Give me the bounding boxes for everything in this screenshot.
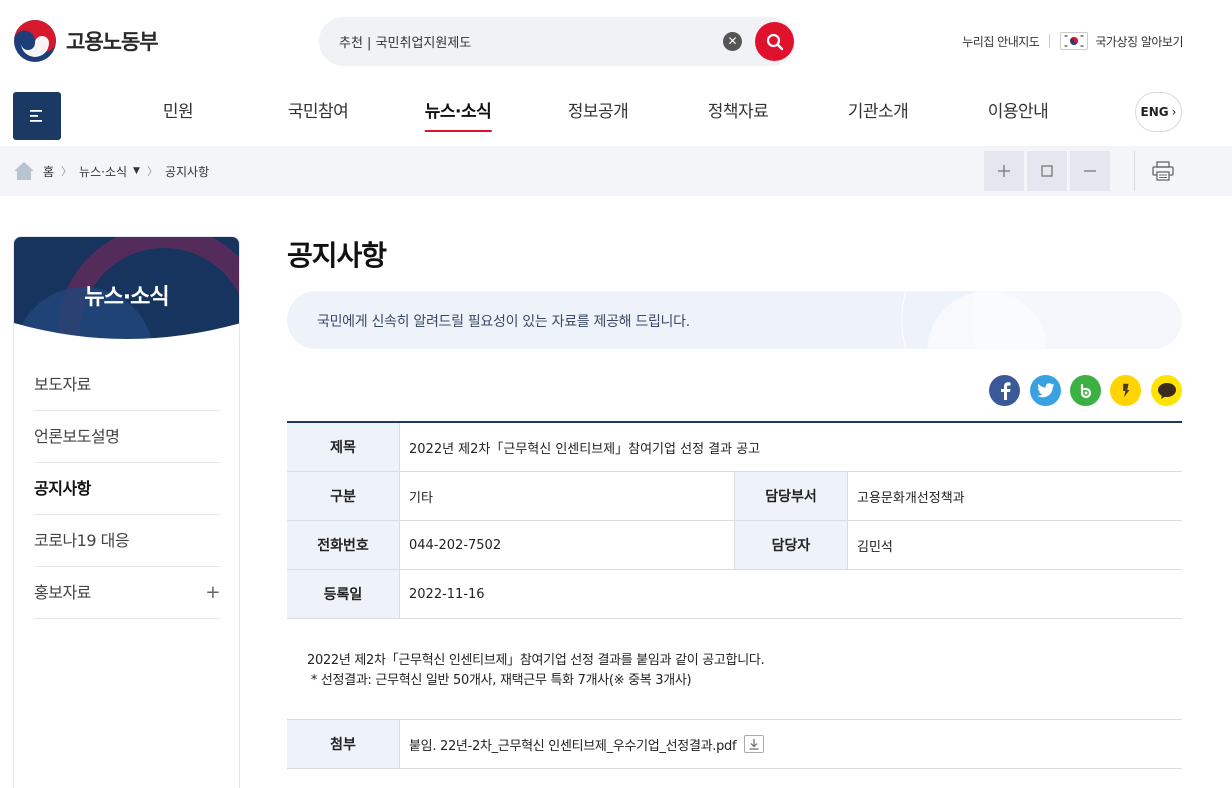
zoom-out-button[interactable] [1070, 151, 1110, 191]
intro-banner: 국민에게 신속히 알려드릴 필요성이 있는 자료를 제공해 드립니다. [287, 291, 1182, 349]
table-row: 구분 기타 담당부서 고용문화개선정책과 [287, 472, 1182, 521]
search-button[interactable] [755, 22, 794, 61]
manager-header: 담당자 [735, 521, 848, 569]
phone-header: 전화번호 [287, 521, 400, 569]
search-input[interactable] [339, 29, 719, 53]
kakaostory-share-button[interactable] [1110, 375, 1141, 406]
body-line: * 선정결과: 근무혁신 일반 50개사, 재택근무 특화 7개사(※ 중복 3… [307, 673, 692, 688]
attachment-file-link[interactable]: 붙임. 22년-2차_근무혁신 인센티브제_우수기업_선정결과.pdf [409, 735, 737, 754]
hamburger-icon [30, 110, 42, 122]
category-value: 기타 [400, 472, 735, 520]
date-value: 2022-11-16 [409, 586, 485, 602]
twitter-icon [1036, 383, 1054, 398]
twitter-share-button[interactable] [1030, 375, 1061, 406]
plus-icon [998, 165, 1010, 177]
side-nav-item-promotion[interactable]: 홍보자료 + [34, 567, 220, 619]
taegeuk-logo-icon [14, 20, 56, 62]
attachment-row: 첨부 붙임. 22년-2차_근무혁신 인센티브제_우수기업_선정결과.pdf [287, 719, 1182, 769]
chevron-right-icon: 〉 [146, 165, 158, 178]
printer-icon [1152, 161, 1174, 181]
side-nav-item-label: 공지사항 [34, 479, 91, 498]
attachment-cell: 붙임. 22년-2차_근무혁신 인센티브제_우수기업_선정결과.pdf [400, 720, 1182, 768]
notice-body: 2022년 제2차「근무혁신 인센티브제」참여기업 선정 결과를 붙임과 같이 … [307, 651, 765, 691]
side-navigation: 뉴스·소식 보도자료 언론보도설명 공지사항 코로나19 대응 홍보자료 + [13, 236, 240, 788]
logo-text: 고용노동부 [66, 30, 159, 54]
minus-icon [1084, 170, 1096, 172]
zoom-reset-button[interactable] [1027, 151, 1067, 191]
kakaotalk-icon [1157, 382, 1176, 399]
manager-value: 김민석 [857, 539, 893, 555]
side-nav-item-press-explanation[interactable]: 언론보도설명 [34, 411, 220, 463]
phone-value: 044-202-7502 [400, 521, 735, 569]
side-nav-title: 뉴스·소식 [84, 285, 169, 310]
home-icon[interactable] [13, 161, 35, 181]
gnb-item-news[interactable]: 뉴스·소식 [424, 92, 492, 132]
facebook-icon [1000, 381, 1010, 400]
notice-info-table: 제목 2022년 제2차「근무혁신 인센티브제」참여기업 선정 결과 공고 구분… [287, 421, 1182, 619]
gnb-item-about[interactable]: 기관소개 [848, 92, 909, 132]
print-button[interactable] [1146, 153, 1180, 189]
subject-value: 2022년 제2차「근무혁신 인센티브제」참여기업 선정 결과 공고 [409, 441, 761, 457]
attachment-header: 첨부 [287, 720, 400, 768]
all-menu-button[interactable] [13, 92, 61, 140]
main-navigation: 민원 국민참여 뉴스·소식 정보공개 정책자료 기관소개 이용안내 [108, 92, 1108, 132]
side-nav-item-covid[interactable]: 코로나19 대응 [34, 515, 220, 567]
department-header: 담당부서 [735, 472, 848, 520]
sitemap-link[interactable]: 누리집 안내지도 [962, 33, 1040, 50]
gnb-item-civil[interactable]: 민원 [163, 92, 194, 132]
expand-plus-icon[interactable]: + [205, 567, 220, 619]
page-title: 공지사항 [287, 239, 387, 272]
facebook-share-button[interactable] [989, 375, 1020, 406]
english-site-button[interactable]: ENG › [1135, 92, 1182, 132]
download-icon [749, 739, 759, 750]
table-row: 등록일 2022-11-16 [287, 570, 1182, 619]
side-nav-header: 뉴스·소식 [14, 237, 239, 343]
side-nav-item-label: 언론보도설명 [34, 427, 120, 446]
side-nav-item-label: 홍보자료 [34, 583, 91, 602]
side-nav-list: 보도자료 언론보도설명 공지사항 코로나19 대응 홍보자료 + [34, 359, 220, 619]
department-value: 고용문화개선정책과 [857, 490, 965, 506]
gnb-item-guide[interactable]: 이용안내 [988, 92, 1049, 132]
kakaostory-icon [1122, 383, 1129, 397]
breadcrumb-current: 공지사항 [164, 164, 210, 179]
gnb-item-participation[interactable]: 국민참여 [288, 92, 349, 132]
caret-down-icon[interactable]: ▼ [133, 166, 140, 176]
breadcrumb-section[interactable]: 뉴스·소식 [79, 163, 127, 180]
square-icon [1041, 165, 1053, 177]
side-nav-item-label: 코로나19 대응 [34, 531, 130, 550]
search-box: ✕ [319, 17, 795, 66]
chevron-right-icon: 〉 [61, 165, 73, 178]
zoom-in-button[interactable] [984, 151, 1024, 191]
side-nav-item-label: 보도자료 [34, 375, 91, 394]
clear-search-icon[interactable]: ✕ [723, 32, 742, 51]
band-icon [1080, 383, 1091, 398]
intro-text: 국민에게 신속히 알려드릴 필요성이 있는 자료를 제공해 드립니다. [317, 314, 690, 330]
breadcrumb-home[interactable]: 홈 [43, 163, 54, 180]
utility-links: 누리집 안내지도 국가상징 알아보기 [962, 32, 1183, 50]
divider [1134, 151, 1135, 191]
table-row: 전화번호 044-202-7502 담당자 김민석 [287, 521, 1182, 570]
side-nav-item-press[interactable]: 보도자료 [34, 359, 220, 411]
band-share-button[interactable] [1070, 375, 1101, 406]
breadcrumb: 홈 〉 뉴스·소식 ▼ 〉 공지사항 [13, 161, 209, 181]
gnb-item-policy[interactable]: 정책자료 [708, 92, 769, 132]
kakaotalk-share-button[interactable] [1151, 375, 1182, 406]
gnb-item-disclosure[interactable]: 정보공개 [568, 92, 629, 132]
download-button[interactable] [744, 735, 765, 753]
table-row: 제목 2022년 제2차「근무혁신 인센티브제」참여기업 선정 결과 공고 [287, 423, 1182, 472]
korean-flag-icon [1060, 32, 1089, 50]
chevron-right-icon: › [1171, 105, 1177, 119]
body-line: 2022년 제2차「근무혁신 인센티브제」참여기업 선정 결과를 붙임과 같이 … [307, 653, 765, 668]
national-symbols-link[interactable]: 국가상징 알아보기 [1095, 33, 1183, 50]
subject-header: 제목 [287, 423, 400, 471]
eng-label: ENG [1140, 105, 1169, 119]
category-header: 구분 [287, 472, 400, 520]
date-header: 등록일 [287, 570, 400, 618]
side-nav-item-notices[interactable]: 공지사항 [34, 463, 220, 515]
site-logo[interactable]: 고용노동부 [13, 19, 159, 63]
search-icon [766, 33, 783, 50]
divider [1049, 34, 1051, 48]
